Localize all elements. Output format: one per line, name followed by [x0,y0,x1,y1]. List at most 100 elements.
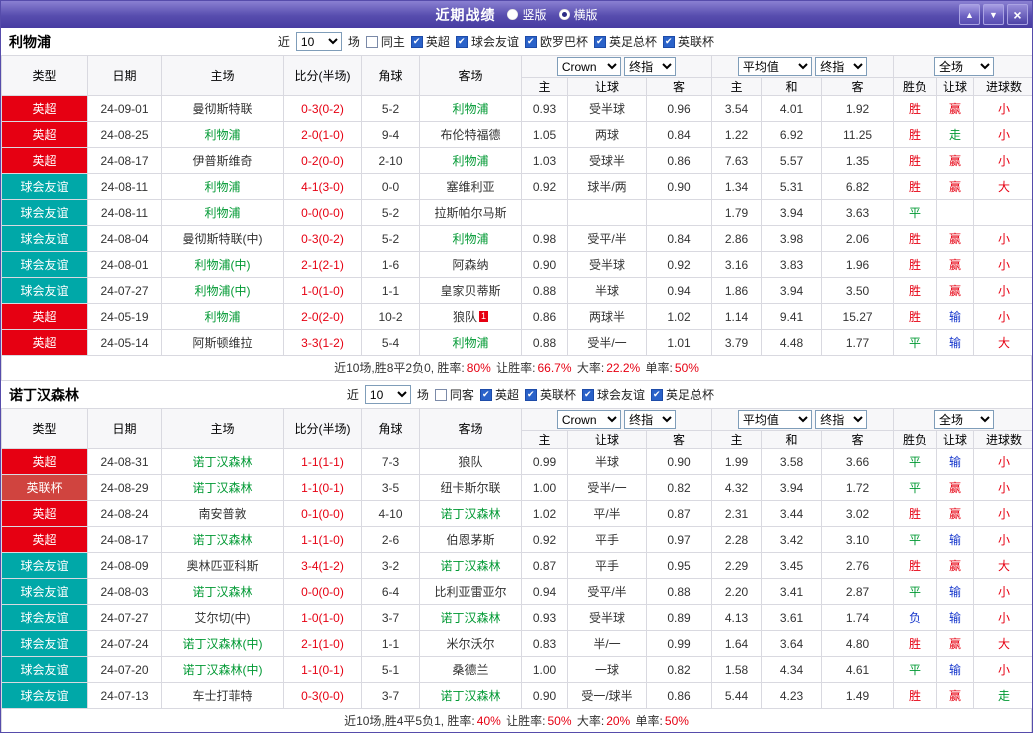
same-venue-checkbox[interactable]: 同客 [434,386,474,403]
away-team: 皇家贝蒂斯 [419,277,522,304]
bookmaker-select[interactable]: Crown [556,57,621,76]
match-date: 24-08-11 [87,173,162,200]
checkbox-checked-icon [479,388,492,401]
average-odds-select[interactable]: 平均值 [737,410,812,429]
league-filter-checkbox[interactable]: 英足总杯 [593,33,657,50]
window-title: 近期战绩 [435,6,496,23]
league-filter-checkbox[interactable]: 球会友谊 [581,386,645,403]
final-index-select[interactable]: 终指 [624,57,677,76]
home-team: 利物浦(中) [161,251,284,278]
radio-unselected-icon [507,9,519,20]
summary-label: 让胜率: [492,361,536,375]
checkbox-checked-icon [455,35,468,48]
home-team: 曼彻斯特联 [161,95,284,122]
close-button[interactable]: × [1007,4,1028,25]
match-score: 3-4(1-2) [283,552,362,579]
avg-odds-draw: 4.34 [761,656,823,683]
match-row: 英超 24-08-17 伊普斯维奇 0-2(0-0) 2-10 利物浦 1.03… [1,147,1032,174]
league-filter-checkbox[interactable]: 英联杯 [524,386,576,403]
same-venue-checkbox[interactable]: 同主 [365,33,405,50]
handicap-line: 受半/一 [567,329,647,356]
match-date: 24-08-17 [87,526,162,553]
goals-result: 小 [973,95,1032,122]
league-filter-checkbox[interactable]: 球会友谊 [455,33,519,50]
match-count-select[interactable]: 10 [364,385,411,404]
corner-score: 3-5 [361,474,420,501]
corner-score: 3-2 [361,552,420,579]
handicap-result: 走 [936,121,975,148]
league-filter-checkbox[interactable]: 欧罗巴杯 [524,33,588,50]
handicap-line: 两球半 [567,303,647,330]
avg-odds-home: 1.64 [711,630,763,657]
match-date: 24-08-29 [87,474,162,501]
scroll-down-button[interactable]: ▼ [983,4,1004,25]
col-avg-draw: 和 [761,77,823,96]
handicap-odds-home: 0.92 [521,173,568,200]
average-odds-select[interactable]: 平均值 [737,57,812,76]
team-section: 诺丁汉森林 近 10 场 同客 英超 英联杯 球会友谊 英足总杯 [1,381,1032,732]
avg-odds-home: 2.29 [711,552,763,579]
home-team: 利物浦(中) [161,277,284,304]
handicap-line: 受球半 [567,147,647,174]
corner-score: 3-7 [361,604,420,631]
final-index-select-2[interactable]: 终指 [815,410,868,429]
final-index-select-2[interactable]: 终指 [815,57,868,76]
home-team: 利物浦 [161,173,284,200]
scope-select[interactable]: 全场 [934,410,995,429]
avg-odds-home: 4.32 [711,474,763,501]
league-filter-label: 欧罗巴杯 [539,35,588,49]
scroll-up-button[interactable]: ▲ [959,4,980,25]
match-date: 24-08-04 [87,225,162,252]
match-result: 胜 [893,225,938,252]
home-team: 南安普敦 [161,500,284,527]
handicap-odds-home: 0.90 [521,251,568,278]
league-filter-label: 英足总杯 [665,388,714,402]
europe-odds-group: 平均值 终指 [711,55,895,78]
league-type-badge: 球会友谊 [1,225,88,252]
handicap-odds-away: 0.90 [645,173,713,200]
col-date: 日期 [87,55,162,96]
final-index-select[interactable]: 终指 [624,410,677,429]
home-team: 艾尔切(中) [161,604,284,631]
handicap-odds-away: 0.86 [645,682,713,709]
league-filter-label: 英超 [425,35,450,49]
scope-select[interactable]: 全场 [934,57,995,76]
avg-odds-home: 1.86 [711,277,763,304]
match-count-select[interactable]: 10 [295,32,342,51]
home-team: 诺丁汉森林 [161,526,284,553]
layout-radio-vertical[interactable]: 竖版 [507,6,547,23]
away-team: 拉斯帕尔马斯 [419,199,522,226]
corner-score: 2-6 [361,526,420,553]
col-score: 比分(半场) [283,55,362,96]
handicap-odds-home: 0.90 [521,682,568,709]
layout-radio-horizontal[interactable]: 横版 [558,6,598,23]
handicap-line: 受半球 [567,251,647,278]
away-team: 利物浦 [419,147,522,174]
league-type-badge: 英超 [1,147,88,174]
league-filter-checkbox[interactable]: 英超 [479,386,519,403]
avg-odds-draw: 4.48 [761,329,823,356]
home-team: 伊普斯维奇 [161,147,284,174]
match-date: 24-08-17 [87,147,162,174]
match-score: 1-1(1-0) [283,526,362,553]
avg-odds-away: 2.06 [821,225,895,252]
summary-label: 让胜率: [502,714,546,728]
league-filter-checkbox[interactable]: 英联杯 [662,33,714,50]
bookmaker-select[interactable]: Crown [556,410,621,429]
recent-results-panel: 近期战绩 竖版 横版 ▲ ▼ × 利物浦 近 10 场 同主 ✔ 英超 ✔ 球会… [0,0,1033,733]
handicap-result: 赢 [936,552,975,579]
handicap-odds-away: 0.84 [645,225,713,252]
league-filter-checkbox[interactable]: 英超 [410,33,450,50]
corner-score: 4-10 [361,500,420,527]
handicap-odds-away: 0.87 [645,500,713,527]
window-buttons: ▲ ▼ × [959,4,1028,25]
handicap-odds-home [521,199,568,226]
league-filter-checkbox[interactable]: 英足总杯 [650,386,714,403]
handicap-odds-away: 0.86 [645,147,713,174]
match-date: 24-08-01 [87,251,162,278]
avg-odds-home: 1.99 [711,448,763,475]
match-result: 平 [893,474,938,501]
match-date: 24-07-20 [87,656,162,683]
league-filter-label: 球会友谊 [596,388,645,402]
away-team: 比利亚雷亚尔 [419,578,522,605]
